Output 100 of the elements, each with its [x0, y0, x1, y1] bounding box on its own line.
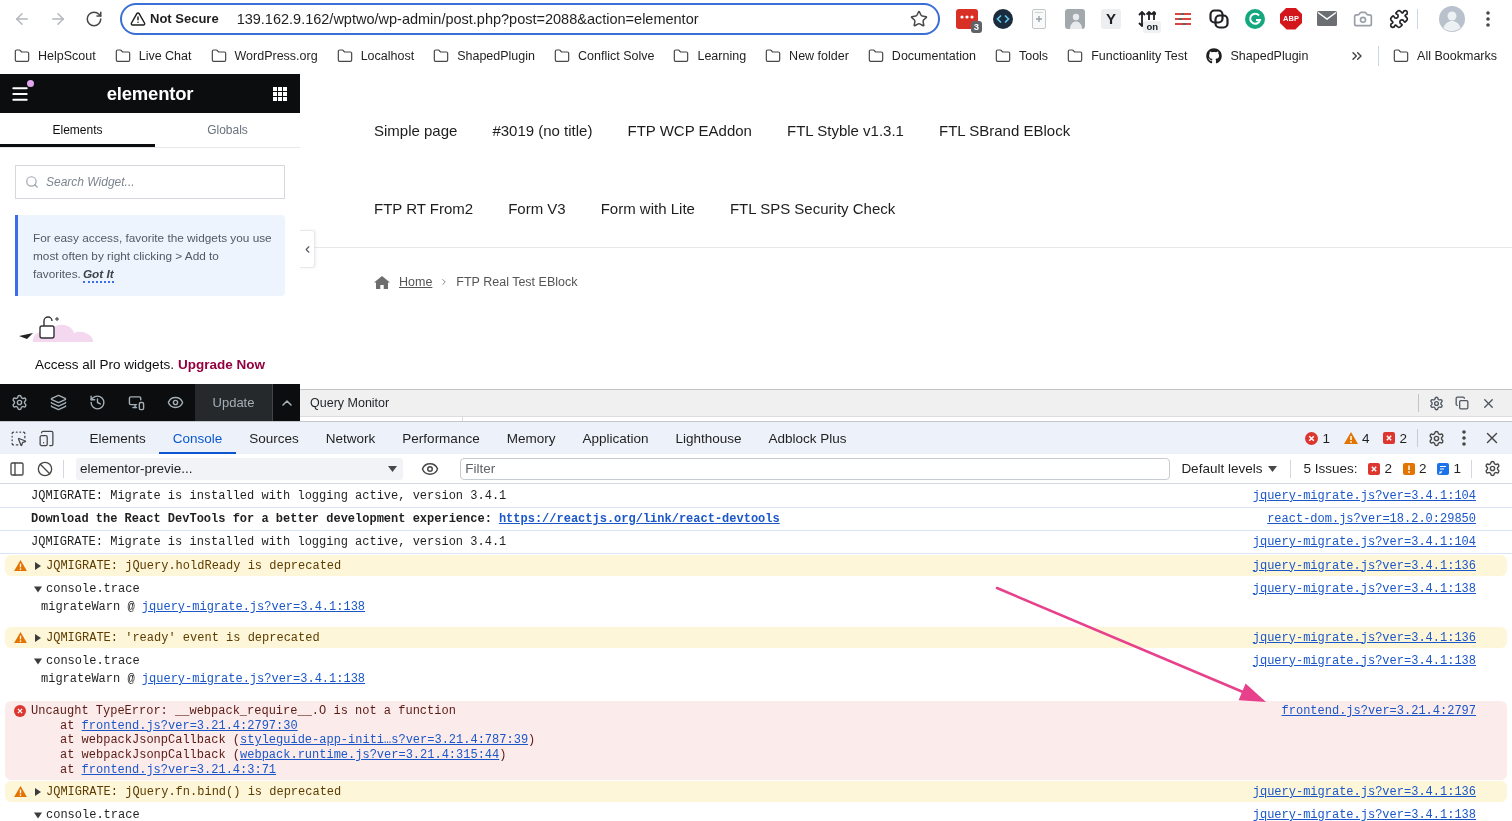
letter-tile: Y [1101, 8, 1121, 29]
info-issue-icon [1437, 462, 1450, 475]
bookmark-item[interactable]: Learning [667, 42, 753, 69]
bookmark-item[interactable]: Localhost [330, 42, 421, 69]
menu-link[interactable]: #3019 (no title) [492, 121, 593, 139]
bookmark-item[interactable]: Documentation [861, 42, 982, 69]
bookmark-item[interactable]: New folder [759, 42, 855, 69]
settings-icon [1428, 395, 1444, 411]
devtools-tab[interactable]: Performance [388, 422, 494, 454]
source-link[interactable]: jquery-migrate.js?ver=3.4.1:136 [1252, 630, 1476, 645]
stack-link[interactable]: jquery-migrate.js?ver=3.4.1:138 [141, 600, 366, 614]
source-link[interactable]: jquery-migrate.js?ver=3.4.1:104 [1252, 489, 1476, 503]
caret-right-icon[interactable] [34, 787, 42, 796]
stack-link[interactable]: frontend.js?ver=3.21.4:2797:30 [81, 718, 298, 733]
layers-icon [50, 394, 67, 411]
breadcrumb-current: FTP Real Test EBlock [456, 275, 578, 289]
folder-icon [765, 47, 782, 64]
bookmark-item[interactable]: Functioanlity Test [1061, 42, 1194, 69]
extension-badge: on [1143, 20, 1161, 33]
log-message: JQMIGRATE: Migrate is installed with logging active, version 3.4.1 [31, 535, 507, 549]
got-it-link[interactable]: Got It [82, 267, 114, 283]
bookmark-item[interactable]: All Bookmarks [1387, 42, 1503, 69]
stack-link[interactable]: frontend.js?ver=3.21.4:3:71 [81, 762, 277, 777]
docs-link[interactable]: https://reactjs.org/link/react-devtools [498, 512, 780, 526]
bookmark-star-button[interactable] [910, 9, 928, 28]
warning-icon [130, 10, 146, 27]
caret-down-icon[interactable] [34, 584, 42, 593]
address-bar[interactable]: Not Secure 139.162.9.162/wptwo/wp-admin/post.php?post=2088&action=elementor [120, 2, 940, 35]
devtools-tab[interactable]: Network [312, 422, 389, 454]
source-link[interactable]: frontend.js?ver=3.21.4:2797 [1281, 704, 1476, 719]
warning-icon [14, 632, 27, 643]
folder-icon [994, 47, 1011, 64]
levels-dropdown[interactable]: Default levels [1176, 457, 1283, 480]
person-tile-icon [1065, 8, 1085, 29]
menu-link[interactable]: FTP WCP EAddon [627, 121, 752, 139]
bookmark-item[interactable]: ShapedPlugin [1200, 42, 1315, 69]
home-icon [374, 275, 390, 289]
extension-button[interactable]: 3 [949, 3, 985, 34]
folder-icon [433, 47, 450, 64]
devices-icon [128, 394, 145, 411]
context-selector[interactable]: elementor-previe... [76, 457, 404, 480]
dropdown-caret-icon [1268, 465, 1278, 472]
security-indicator[interactable]: Not Secure [128, 10, 221, 27]
menu-link[interactable]: FTL SPS Security Check [729, 199, 896, 217]
folder-icon [554, 47, 570, 64]
mail-icon [1317, 11, 1337, 26]
stack-frame: migrateWarn @ jquery-migrate.js?ver=3.4.1:138 [0, 598, 1476, 617]
source-link[interactable]: jquery-migrate.js?ver=3.4.1:138 [1252, 807, 1476, 821]
devtools-tab[interactable]: Sources [235, 422, 313, 454]
warning-message: JQMIGRATE: jQuery.fn.bind() is deprecated [46, 784, 342, 799]
devtools-tab[interactable]: Lighthouse [661, 422, 756, 454]
stack-link[interactable]: styleguide-app-initi…s?ver=3.21.4:787:39 [240, 733, 529, 748]
panel-title: Query Monitor [310, 396, 390, 410]
folder-icon [210, 47, 227, 64]
dropdown-caret-icon [388, 465, 398, 472]
caret-down-icon[interactable] [34, 656, 42, 665]
source-link[interactable]: jquery-migrate.js?ver=3.4.1:136 [1252, 558, 1476, 573]
bookmark-item[interactable]: Live Chat [108, 42, 198, 69]
source-link[interactable]: jquery-migrate.js?ver=3.4.1:138 [1252, 653, 1476, 668]
breadcrumb-link[interactable]: Home [399, 275, 433, 289]
source-link[interactable]: react-dom.js?ver=18.2.0:29850 [1267, 512, 1476, 526]
bookmark-item[interactable]: WordPress.org [204, 42, 324, 69]
search-field[interactable]: Search Widget... [15, 165, 285, 199]
upgrade-link[interactable]: Upgrade Now [177, 357, 265, 372]
issues-button[interactable]: 5 Issues: 2 2 1 [1299, 457, 1465, 480]
extension-button[interactable]: on [1129, 3, 1165, 34]
trace-label: console.trace [46, 581, 140, 596]
menu-link[interactable]: FTP RT From2 [374, 199, 474, 217]
menu-link[interactable]: FTL Styble v1.3.1 [786, 121, 904, 139]
devtools-tab[interactable]: Application [568, 422, 662, 454]
search-icon [25, 175, 39, 189]
bookmark-item[interactable]: ShapedPlugin [427, 42, 541, 69]
menu-link[interactable]: Form with Lite [600, 199, 695, 217]
caret-right-icon[interactable] [34, 633, 42, 642]
menu-link[interactable]: FTL SBrand EBlock [938, 121, 1071, 139]
source-link[interactable]: jquery-migrate.js?ver=3.4.1:104 [1252, 535, 1476, 549]
source-link[interactable]: jquery-migrate.js?ver=3.4.1:138 [1252, 581, 1476, 596]
stack-frame: at webpackJsonpCallback (webpack.runtime.js?ver=3.21.4:315:44) [14, 748, 1476, 763]
filter-field[interactable]: Filter [460, 457, 1171, 480]
caret-down-icon[interactable] [34, 810, 42, 819]
menu-link[interactable]: Simple page [374, 121, 458, 139]
bookmark-item[interactable]: HelpScout [8, 42, 102, 69]
more-icon [1462, 430, 1466, 446]
stack-frame: at frontend.js?ver=3.21.4:3:71 [14, 762, 1476, 778]
caret-right-icon[interactable] [34, 561, 42, 570]
devtools-tab[interactable]: Adblock Plus [755, 422, 861, 454]
menu-link[interactable]: Form V3 [508, 199, 566, 217]
stack-frame: migrateWarn @ jquery-migrate.js?ver=3.4.1:138 [0, 670, 1476, 689]
devtools-tab[interactable]: Elements [76, 422, 160, 454]
devtools-tab[interactable]: Console [159, 422, 236, 454]
console-counters-button[interactable]: 1 4 2 [1299, 426, 1413, 450]
bookmark-item[interactable]: Conflict Solve [548, 42, 661, 69]
source-link[interactable]: jquery-migrate.js?ver=3.4.1:136 [1252, 784, 1476, 799]
stack-link[interactable]: webpack.runtime.js?ver=3.21.4:315:44 [240, 748, 500, 763]
stack-link[interactable]: jquery-migrate.js?ver=3.4.1:138 [141, 672, 366, 686]
devtools-tab[interactable]: Memory [493, 422, 569, 454]
update-button[interactable]: Update [195, 384, 272, 421]
error-issue-icon [1368, 462, 1381, 475]
extension-button[interactable]: Y [1093, 3, 1129, 34]
bookmark-item[interactable]: Tools [988, 42, 1055, 69]
